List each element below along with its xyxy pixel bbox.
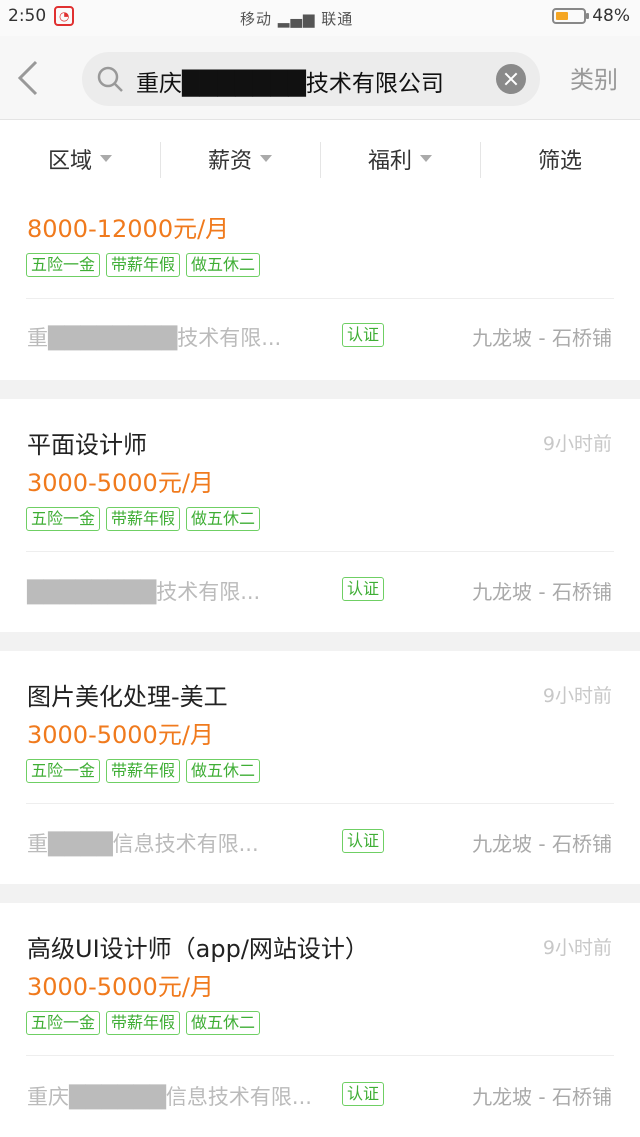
job-tags: 五险一金 带薪年假 做五休二 [26,507,261,531]
benefit-tag: 五险一金 [26,507,101,531]
carrier-1: 移动 [240,10,273,28]
job-company: 重庆██████信息技术有限... [27,1085,312,1109]
search-icon [97,66,123,92]
category-button[interactable]: 类别 [570,60,618,95]
job-location: 九龙坡 - 石桥铺 [472,832,612,856]
benefit-tag: 五险一金 [26,1011,101,1035]
job-company: 重████████技术有限... [27,326,282,350]
benefit-tag: 五险一金 [26,759,101,783]
benefit-tag: 带薪年假 [106,759,181,783]
clear-icon[interactable] [496,64,526,94]
back-button[interactable] [14,58,50,98]
signal-icon: ▂▄▆ [277,10,316,28]
benefit-tag: 带薪年假 [106,507,181,531]
job-card[interactable]: 高级UI设计师（app/网站设计） 9小时前 3000-5000元/月 五险一金… [0,903,640,1137]
caret-down-icon [420,155,432,162]
carrier-2: 联通 [321,10,354,28]
verified-badge: 认证 [342,323,385,347]
job-title: 高级UI设计师（app/网站设计） [27,935,369,963]
verified-badge: 认证 [342,577,385,601]
job-salary: 3000-5000元/月 [27,721,214,749]
filter-label: 福利 [367,148,412,174]
job-time: 9小时前 [542,937,612,959]
job-location: 九龙坡 - 石桥铺 [472,1085,612,1109]
job-location: 九龙坡 - 石桥铺 [472,580,612,604]
divider [26,551,614,552]
status-bar: 2:50 ◔ 移动 ▂▄▆ 联通 48% [0,0,640,36]
battery-percent: 48% [592,6,630,26]
filter-label: 区域 [47,148,92,174]
job-company: ████████技术有限... [27,580,261,604]
notification-icon: ◔ [54,6,75,26]
benefit-tag: 带薪年假 [106,1011,181,1035]
benefit-tag: 做五休二 [186,1011,261,1035]
job-card[interactable]: 8000-12000元/月 五险一金 带薪年假 做五休二 重████████技术… [0,179,640,380]
job-tags: 五险一金 带薪年假 做五休二 [26,759,261,783]
job-title: 图片美化处理-美工 [27,683,228,711]
status-time: 2:50 [8,6,47,26]
job-salary: 3000-5000元/月 [27,469,214,497]
battery-icon [552,8,590,24]
job-card[interactable]: 平面设计师 9小时前 3000-5000元/月 五险一金 带薪年假 做五休二 █… [0,399,640,632]
job-salary: 3000-5000元/月 [27,973,214,1001]
caret-down-icon [100,155,112,162]
battery-fill [556,12,569,20]
job-company: 重████信息技术有限... [27,832,259,856]
search-query[interactable]: 重庆███████技术有限公司 [136,64,444,98]
filter-label: 筛选 [537,148,582,174]
filter-label: 薪资 [207,148,252,174]
job-time: 9小时前 [542,433,612,455]
job-location: 九龙坡 - 石桥铺 [472,326,612,350]
job-title: 平面设计师 [27,431,147,459]
benefit-tag: 做五休二 [186,253,261,277]
divider [26,803,614,804]
job-card[interactable]: 图片美化处理-美工 9小时前 3000-5000元/月 五险一金 带薪年假 做五… [0,651,640,884]
divider [26,1055,614,1056]
search-input[interactable]: 重庆███████技术有限公司 [82,52,540,106]
search-header: 重庆███████技术有限公司 类别 [0,36,640,120]
verified-badge: 认证 [342,829,385,853]
benefit-tag: 做五休二 [186,507,261,531]
job-time: 9小时前 [542,685,612,707]
benefit-tag: 带薪年假 [106,253,181,277]
caret-down-icon [260,155,272,162]
verified-badge: 认证 [342,1082,385,1106]
divider [26,298,614,299]
back-arrow-icon [17,60,38,96]
job-tags: 五险一金 带薪年假 做五休二 [26,1011,261,1035]
benefit-tag: 五险一金 [26,253,101,277]
job-salary: 8000-12000元/月 [27,215,230,243]
job-tags: 五险一金 带薪年假 做五休二 [26,253,261,277]
benefit-tag: 做五休二 [186,759,261,783]
